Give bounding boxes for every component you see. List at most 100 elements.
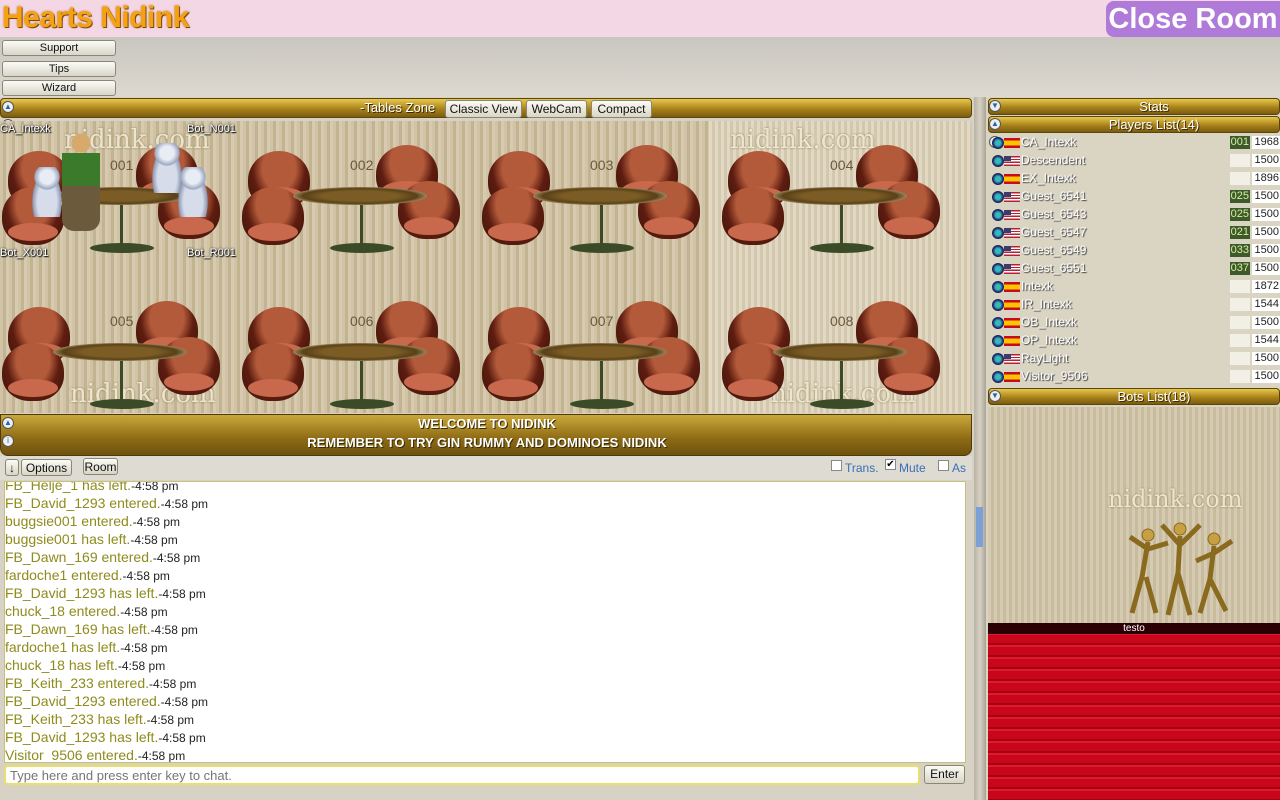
us-flag-icon [1004,264,1020,274]
player-row[interactable]: CA_Intexk 001 1968 [988,134,1280,152]
chat-timestamp: -4:58 pm [149,677,197,691]
tips-button[interactable]: Tips [2,61,116,77]
player-table-badge [1230,316,1250,329]
room-button[interactable]: Room [83,458,118,475]
player-status-icon [992,209,1004,221]
close-room-button[interactable]: Close Room [1106,1,1280,37]
table-part [810,399,874,409]
seat-name[interactable]: CA_Intexk [0,123,51,135]
player-status-icon [992,137,1004,149]
player-status-icon [992,317,1004,329]
chat-line: FB_David_1293 entered.-4:58 pm [5,692,965,710]
chat-message: FB_Keith_233 has left. [5,711,147,727]
player-row[interactable]: Guest_6551 037 1500 [988,260,1280,278]
chair-seat [644,217,694,235]
chair-seat [8,223,58,241]
us-flag-icon [1004,228,1020,238]
seat-name[interactable]: Bot_R001 [187,247,236,259]
player-row[interactable]: Visitor_9506 1500 [988,368,1280,386]
player-row[interactable]: IR_Intexk 1544 [988,296,1280,314]
player-row[interactable]: Guest_6549 033 1500 [988,242,1280,260]
chat-message: FB_Helje_1 has left. [5,481,132,493]
player-name: Guest_6551 [1021,261,1087,275]
chat-timestamp: -4:58 pm [131,481,179,493]
chat-toolbar [0,456,972,480]
divider-handle[interactable] [976,507,983,547]
player-row[interactable]: Intexk 1872 [988,278,1280,296]
player-row[interactable]: Descendent 1500 [988,152,1280,170]
mute-checkbox[interactable]: ✔ [885,459,896,470]
trans-checkbox[interactable] [831,460,842,471]
table-number: 002 [350,157,374,173]
player-name: OB_Intexk [1021,315,1078,329]
table-number: 008 [830,313,854,329]
chat-line: FB_David_1293 has left.-4:58 pm [5,728,965,746]
table-part [533,187,667,205]
chair-seat [164,217,214,235]
table-number: 004 [830,157,854,173]
tables-zone-title: -Tables Zone [360,100,436,115]
player-table-badge: 021 [1230,226,1250,239]
enter-button[interactable]: Enter [924,765,965,784]
chat-log[interactable]: FB_Helje_1 has left.-4:58 pm FB_David_129… [4,481,966,763]
chat-timestamp: -4:58 pm [130,533,178,547]
player-row[interactable]: Guest_6547 021 1500 [988,224,1280,242]
player-rating: 1500 [1252,352,1280,365]
bots-area: nidink.com [988,407,1280,623]
panel-divider[interactable] [974,97,986,800]
webcam-button[interactable]: WebCam [526,100,587,118]
chat-input[interactable] [4,765,920,785]
seat-name[interactable]: Bot_N001 [187,123,236,135]
player-table-badge [1230,352,1250,365]
classic-view-button[interactable]: Classic View [445,100,522,118]
player-rating: 1544 [1252,334,1280,347]
scroll-down-icon[interactable]: ↓ [5,459,19,476]
game-table[interactable]: 002 [240,121,480,271]
menu-band [0,37,1280,97]
compact-button[interactable]: Compact [591,100,652,118]
options-button[interactable]: Options [21,459,72,476]
chat-line: Visitor_9506 entered.-4:58 pm [5,746,965,762]
us-flag-icon [1004,354,1020,364]
player-row[interactable]: EX_Intexk 1896 [988,170,1280,188]
chat-timestamp: -4:58 pm [132,515,181,529]
tables-zone-controls[interactable]: ▲i [2,101,26,131]
player-table-badge: 037 [1230,262,1250,275]
player-status-icon [992,173,1004,185]
curtain-label: testo [988,623,1280,634]
player-row[interactable]: Guest_6541 025 1500 [988,188,1280,206]
player-row[interactable]: OP_Intexk 1544 [988,332,1280,350]
chat-timestamp: -4:58 pm [158,587,206,601]
as-checkbox[interactable] [938,460,949,471]
us-flag-icon [1004,246,1020,256]
chair-seat [164,373,214,391]
chair-seat [644,373,694,391]
chat-message: chuck_18 has left. [5,657,118,673]
game-table[interactable]: 004 [720,121,960,271]
chair-seat [884,373,934,391]
support-button[interactable]: Support [2,40,116,56]
player-table-badge: 001 [1230,136,1250,149]
chat-message: fardoche1 entered. [5,567,123,583]
player-rating: 1500 [1252,208,1280,221]
game-table[interactable]: 006 [240,277,480,413]
seat-name[interactable]: Bot_X001 [0,247,48,259]
players-title: Players List(14) [1108,117,1200,132]
game-table[interactable]: 003 [480,121,720,271]
player-row[interactable]: OB_Intexk 1500 [988,314,1280,332]
player-row[interactable]: RayLight 1500 [988,350,1280,368]
table-part [810,243,874,253]
chat-timestamp: -4:58 pm [158,731,206,745]
chat-timestamp: -4:58 pm [117,659,166,673]
player-status-icon [992,263,1004,275]
game-table[interactable]: 008 [720,277,960,413]
game-table[interactable]: 007 [480,277,720,413]
collapse-icon[interactable]: ▲ [2,101,14,113]
robot-avatar-icon [30,167,64,217]
player-name: Visitor_9506 [1021,369,1088,383]
player-row[interactable]: Guest_6543 025 1500 [988,206,1280,224]
chat-message: FB_Dawn_169 has left. [5,621,151,637]
player-status-icon [992,191,1004,203]
game-table[interactable]: 005 [0,277,240,413]
wizard-button[interactable]: Wizard [2,80,116,96]
